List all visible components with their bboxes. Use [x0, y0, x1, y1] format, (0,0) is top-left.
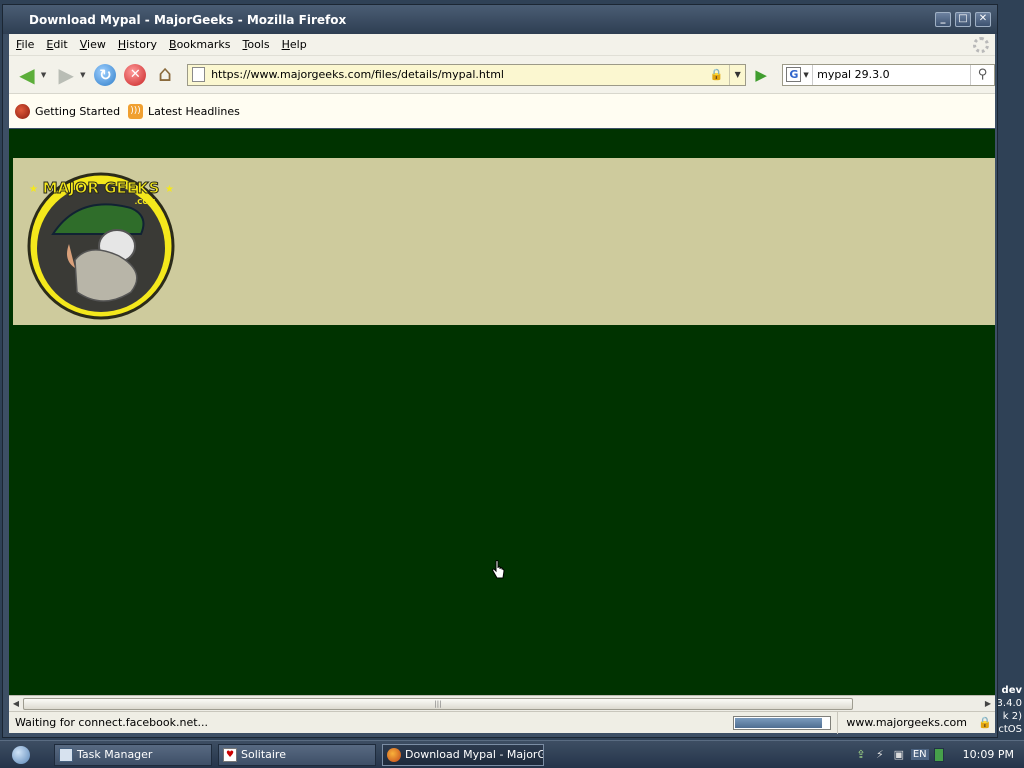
horizontal-scrollbar[interactable]: ◀ ||| ▶	[9, 695, 995, 711]
bookmark-label: Latest Headlines	[148, 104, 240, 118]
firefox-window: Download Mypal - MajorGeeks - Mozilla Fi…	[2, 4, 998, 738]
system-tray: ⇪ ⚡ ▣ EN 10:09 PM	[854, 742, 1024, 768]
navigation-toolbar: ◀ ▼ ▶ ▼ ↻ ✕ ⌂ https://www.majorgeeks.com…	[9, 56, 996, 94]
network-icon[interactable]: ⚡	[873, 748, 887, 762]
menu-help[interactable]: Help	[281, 38, 315, 51]
page-content: MAJOR GEEKS .COM ★ ★	[9, 129, 995, 695]
minimize-button[interactable]: _	[935, 12, 951, 27]
stop-button[interactable]: ✕	[121, 61, 149, 89]
taskbar-task-manager[interactable]: Task Manager	[54, 743, 212, 766]
progress-fill	[735, 717, 822, 728]
load-progress-bar	[733, 715, 832, 730]
menu-edit[interactable]: Edit	[45, 38, 75, 51]
bookmark-getting-started[interactable]: Getting Started	[15, 103, 121, 119]
hand-cursor-icon	[492, 560, 505, 579]
url-history-dropdown[interactable]: ▼	[729, 64, 745, 85]
desktop-text-line: ctOS	[998, 724, 1022, 735]
forward-button[interactable]: ▶	[52, 61, 80, 89]
desktop-text-line: 3.4.0	[996, 698, 1022, 709]
status-host: www.majorgeeks.com	[837, 711, 975, 734]
scroll-thumb[interactable]: |||	[23, 697, 853, 710]
search-icon[interactable]: ⚲	[970, 64, 994, 85]
security-lock-icon[interactable]: 🔒	[975, 716, 995, 729]
clock[interactable]: 10:09 PM	[963, 748, 1014, 761]
throbber-icon	[973, 37, 989, 53]
page-icon	[192, 67, 206, 82]
go-arrow-icon: ▶	[755, 65, 767, 84]
menu-view[interactable]: View	[79, 38, 114, 51]
forward-arrow-icon: ▶	[58, 62, 74, 87]
solitaire-card-icon: ♥	[223, 747, 237, 762]
menu-tools[interactable]: Tools	[241, 38, 277, 51]
close-button[interactable]: ✕	[975, 12, 991, 27]
windows-icon[interactable]: ▣	[892, 748, 906, 762]
home-icon: ⌂	[158, 62, 173, 87]
lock-icon[interactable]: 🔒	[710, 68, 724, 81]
home-button[interactable]: ⌂	[151, 61, 179, 89]
getting-started-icon	[15, 103, 30, 119]
desktop-edge-text: dev 3.4.0 k 2) ctOS	[994, 684, 1022, 736]
url-bar[interactable]: https://www.majorgeeks.com/files/details…	[187, 63, 747, 86]
back-arrow-icon: ◀	[19, 62, 35, 87]
star-icon: ★	[29, 184, 38, 195]
status-text: Waiting for connect.facebook.net...	[15, 716, 209, 729]
desktop-text-line: dev	[1001, 685, 1022, 696]
status-bar: Waiting for connect.facebook.net... www.…	[9, 711, 995, 734]
desktop-text-line: k 2)	[1002, 711, 1022, 722]
menu-bookmarks[interactable]: Bookmarks	[168, 38, 238, 51]
logo-title: MAJOR GEEKS	[43, 179, 160, 197]
taskbar-solitaire[interactable]: ♥ Solitaire	[218, 743, 376, 766]
task-label: Solitaire	[241, 748, 286, 761]
language-indicator[interactable]: EN	[910, 749, 929, 760]
menu-history[interactable]: History	[117, 38, 165, 51]
firefox-icon	[387, 747, 401, 762]
rss-feed-icon: )))	[128, 103, 144, 119]
search-bar[interactable]: G ▼ mypal 29.3.0 ⚲	[782, 63, 996, 86]
bookmarks-toolbar: Getting Started ))) Latest Headlines	[9, 94, 995, 128]
stop-icon: ✕	[124, 63, 147, 86]
taskbar: Task Manager ♥ Solitaire Download Mypal …	[0, 740, 1024, 768]
start-orb-icon	[12, 745, 30, 764]
google-icon: G	[786, 67, 802, 82]
forward-history-dropdown[interactable]: ▼	[80, 71, 85, 79]
taskbar-firefox[interactable]: Download Mypal - MajorGe...	[382, 743, 544, 766]
task-manager-icon	[59, 747, 73, 762]
search-input[interactable]: mypal 29.3.0	[813, 68, 970, 81]
task-label: Task Manager	[77, 748, 153, 761]
search-engine-selector[interactable]: G ▼	[783, 64, 814, 85]
go-button[interactable]: ▶	[750, 64, 772, 86]
reload-icon: ↻	[94, 63, 117, 86]
maximize-button[interactable]: □	[955, 12, 971, 27]
menu-file[interactable]: File	[15, 38, 42, 51]
browser-chrome: File Edit View History Bookmarks Tools H…	[9, 34, 996, 128]
volume-icon[interactable]	[933, 747, 944, 762]
url-input[interactable]: https://www.majorgeeks.com/files/details…	[211, 68, 709, 81]
scroll-left-button[interactable]: ◀	[9, 697, 23, 711]
logo-subtitle: .COM	[135, 198, 156, 206]
back-button[interactable]: ◀	[13, 61, 41, 89]
title-bar[interactable]: Download Mypal - MajorGeeks - Mozilla Fi…	[3, 5, 997, 34]
star-icon: ★	[165, 184, 174, 195]
bookmark-label: Getting Started	[35, 104, 121, 118]
back-history-dropdown[interactable]: ▼	[41, 71, 46, 79]
reload-button[interactable]: ↻	[92, 61, 120, 89]
bookmark-latest-headlines[interactable]: ))) Latest Headlines	[128, 103, 240, 119]
window-title: Download Mypal - MajorGeeks - Mozilla Fi…	[29, 12, 347, 27]
scroll-right-button[interactable]: ▶	[981, 697, 995, 711]
window-controls: _ □ ✕	[935, 12, 991, 27]
start-button[interactable]	[0, 742, 42, 768]
scroll-track[interactable]: |||	[23, 697, 981, 710]
majorgeeks-logo[interactable]: MAJOR GEEKS .COM ★ ★	[19, 164, 183, 320]
task-label: Download Mypal - MajorGe...	[405, 748, 543, 761]
chevron-down-icon: ▼	[803, 70, 809, 79]
menu-bar: File Edit View History Bookmarks Tools H…	[9, 34, 995, 56]
update-icon[interactable]: ⇪	[854, 748, 868, 762]
site-header-banner: MAJOR GEEKS .COM ★ ★	[13, 158, 995, 325]
